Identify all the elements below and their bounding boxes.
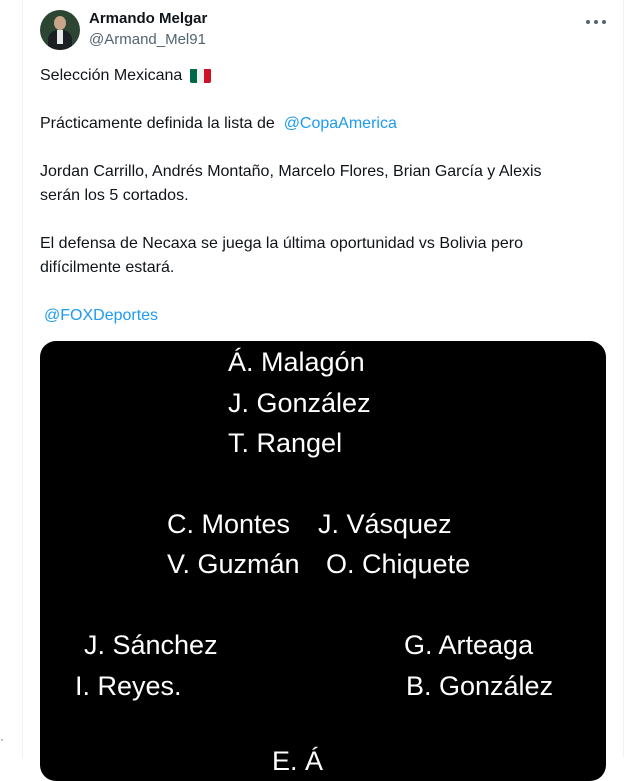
mexico-flag-icon — [190, 68, 212, 83]
player-name: C. Montes — [167, 509, 291, 539]
author-handle[interactable]: @Armand_Mel91 — [89, 31, 206, 48]
player-name: Á. Malagón — [228, 347, 365, 377]
lineup-image[interactable]: Á. Malagón J. González T. Rangel C. Mont… — [40, 341, 606, 781]
timeline-right-border — [623, 0, 624, 758]
player-name: V. Guzmán — [167, 549, 300, 579]
player-name: J. González — [228, 388, 371, 418]
edge-marker: · — [0, 732, 4, 746]
tweet-text-selection: Selección Mexicana — [40, 67, 183, 84]
tweet-text-defense-2: difícilmente estará. — [40, 259, 175, 276]
player-name: T. Rangel — [228, 428, 343, 458]
player-name: B. González — [406, 671, 554, 701]
tweet-card[interactable]: Armando Melgar @Armand_Mel91 Selección M… — [22, 0, 623, 781]
player-name: J. Sánchez — [84, 630, 218, 660]
player-name: O. Chiquete — [326, 549, 471, 579]
tweet-text-list: Prácticamente definida la lista de — [40, 115, 275, 132]
tweet-text-cuts-1: Jordan Carrillo, Andrés Montaño, Marcelo… — [40, 163, 542, 180]
tweet-line-2: Prácticamente definida la lista de @Copa… — [40, 112, 397, 136]
tweet-text-cuts-2: serán los 5 cortados. — [40, 187, 189, 204]
author-name[interactable]: Armando Melgar — [89, 10, 207, 27]
player-name-partial: E. Á — [272, 746, 324, 776]
tweet-text-defense-1: El defensa de Necaxa se juega la última … — [40, 235, 523, 252]
player-name: I. Reyes. — [75, 671, 182, 701]
mention-foxdeportes-link[interactable]: @FOXDeportes — [44, 304, 158, 328]
avatar-head — [54, 16, 66, 30]
avatar-shirt — [57, 30, 63, 44]
avatar[interactable] — [40, 10, 80, 50]
player-name: J. Vásquez — [318, 509, 452, 539]
tweet-line-1: Selección Mexicana — [40, 64, 212, 88]
mention-copaamerica-link[interactable]: @CopaAmerica — [284, 115, 397, 132]
player-name: G. Arteaga — [404, 630, 534, 660]
more-options-icon[interactable] — [584, 12, 608, 32]
